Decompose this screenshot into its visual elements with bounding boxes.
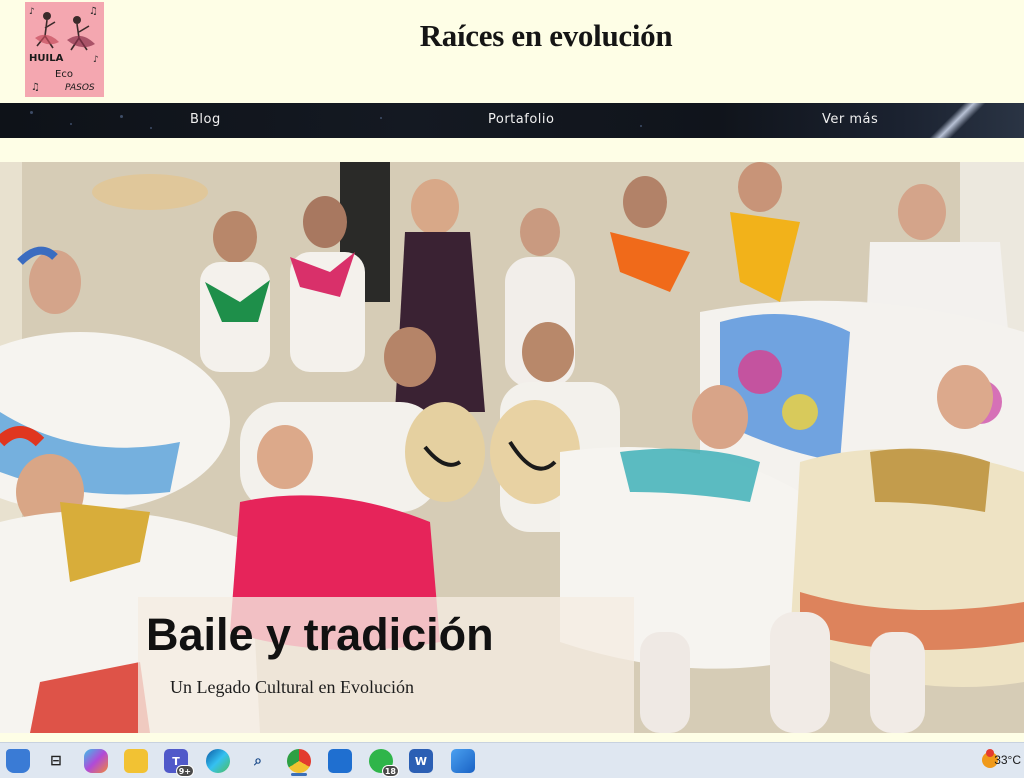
nav-item-portfolio[interactable]: Portafolio: [488, 112, 554, 127]
nav-item-blog[interactable]: Blog: [190, 112, 221, 127]
svg-text:♪: ♪: [29, 7, 35, 17]
nav-sparkle: [30, 111, 33, 114]
logo-word-3: PASOS: [65, 83, 95, 93]
nav-sparkle: [380, 117, 382, 119]
chrome-icon[interactable]: [287, 749, 311, 773]
nav-sparkle: [120, 115, 123, 118]
main-nav: Blog Portafolio Ver más: [0, 103, 1024, 138]
nav-light-sweep: [884, 103, 1024, 138]
search-icon[interactable]: ⌕: [246, 749, 270, 773]
word-icon[interactable]: W: [409, 749, 433, 773]
nav-item-ver-mas[interactable]: Ver más: [822, 112, 878, 127]
teams-badge: 9+: [175, 765, 194, 777]
copilot-icon[interactable]: [84, 749, 108, 773]
nav-sparkle: [640, 125, 642, 127]
logo-word-2: Eco: [55, 69, 73, 80]
photos-icon[interactable]: [451, 749, 475, 773]
nav-sparkle: [70, 123, 72, 125]
hero-title: Baile y tradición: [146, 609, 494, 660]
weather-temperature[interactable]: 33°C: [994, 753, 1021, 767]
whatsapp-badge: 18: [381, 765, 399, 777]
hero-banner: Baile y tradición Un Legado Cultural en …: [0, 162, 1024, 733]
hero-caption: Baile y tradición Un Legado Cultural en …: [138, 597, 634, 733]
hero-subtitle: Un Legado Cultural en Evolución: [170, 677, 414, 697]
store-icon[interactable]: [328, 749, 352, 773]
site-header: ♫ ♪ ♪ ♫ HUILA Eco PASOS Raíces en evoluc…: [0, 0, 1024, 103]
chrome-active-indicator: [291, 773, 307, 776]
svg-text:♫: ♫: [89, 6, 98, 17]
whatsapp-icon[interactable]: 18: [369, 749, 399, 777]
edge-icon[interactable]: [206, 749, 230, 773]
svg-text:♪: ♪: [93, 55, 99, 65]
svg-text:♫: ♫: [31, 82, 40, 93]
site-title: Raíces en evolución: [419, 18, 673, 53]
windows-taskbar: ⊟ T 9+ ⌕ 18 W 33°C: [0, 742, 1024, 778]
folder-icon[interactable]: [124, 749, 148, 773]
nav-sparkle: [150, 127, 152, 129]
logo-word-1: HUILA: [29, 53, 64, 64]
teams-icon[interactable]: T 9+: [164, 749, 194, 777]
file-explorer-icon[interactable]: [6, 749, 30, 773]
task-view-icon[interactable]: ⊟: [44, 749, 68, 773]
weather-alert-dot: [986, 749, 994, 757]
